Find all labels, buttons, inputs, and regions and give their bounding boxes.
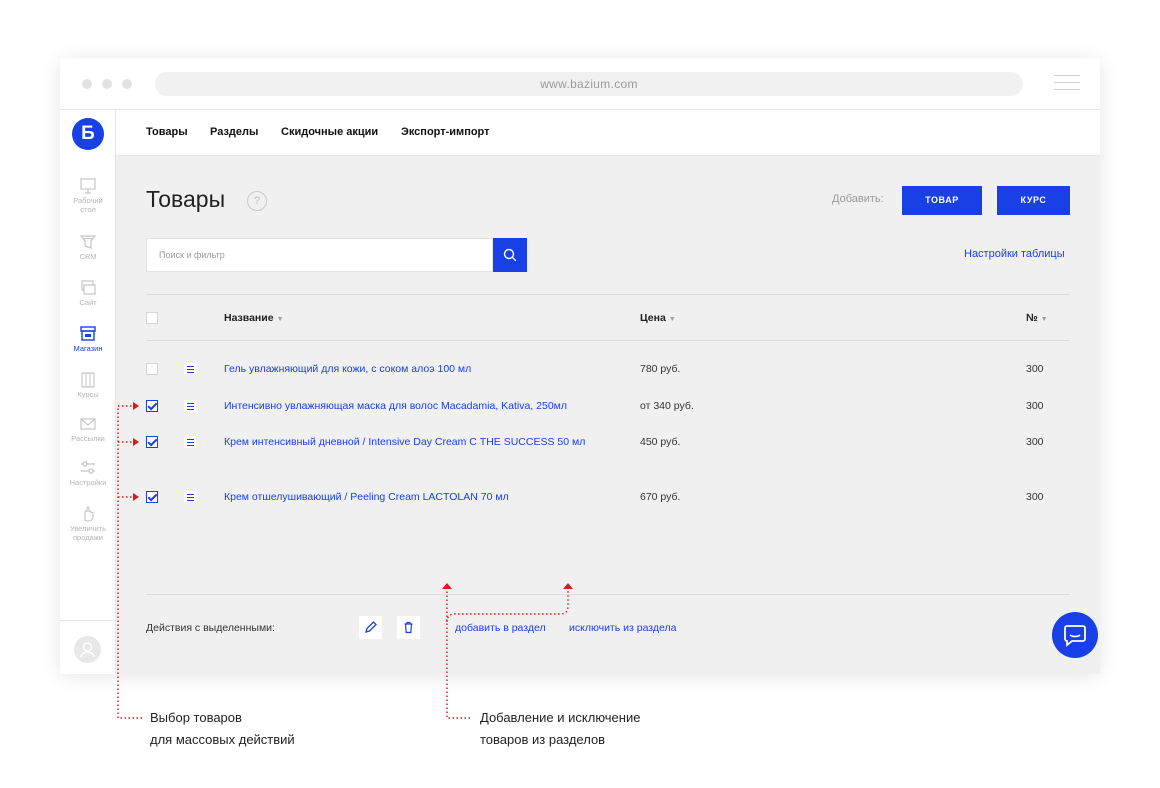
bulk-actions-label: Действия с выделенными: xyxy=(146,622,275,634)
product-price: 450 руб. xyxy=(640,436,681,448)
row-checkbox[interactable] xyxy=(146,363,158,375)
chat-icon xyxy=(1064,625,1086,647)
help-icon[interactable]: ? xyxy=(247,191,267,211)
avatar[interactable] xyxy=(74,636,101,663)
sidebar-item-label: CRM xyxy=(79,252,97,261)
address-bar[interactable]: www.bazium.com xyxy=(155,72,1023,96)
browser-chrome: www.bazium.com xyxy=(60,58,1100,110)
add-to-section-link[interactable]: добавить в раздел xyxy=(455,622,546,634)
hand-icon xyxy=(84,506,94,522)
chat-button[interactable] xyxy=(1052,612,1098,658)
add-product-button[interactable]: ТОВАР xyxy=(902,186,982,215)
divider xyxy=(146,594,1070,595)
menu-icon[interactable] xyxy=(1054,75,1080,91)
column-header-label: Цена xyxy=(640,312,666,324)
sidebar-item-increase-sales[interactable]: Увеличить продажи xyxy=(60,506,116,542)
column-header-label: № xyxy=(1026,312,1038,324)
annotation-line: товаров из разделов xyxy=(480,732,606,747)
sidebar-item-label: Магазин xyxy=(73,344,103,353)
sidebar-item-settings[interactable]: Настройки xyxy=(60,460,116,487)
product-number: 300 xyxy=(1026,436,1044,448)
product-name-link[interactable]: Крем интенсивный дневной / Intensive Day… xyxy=(224,433,608,451)
sidebar-item-label: Увеличить продажи xyxy=(69,524,107,542)
sliders-icon xyxy=(81,461,95,474)
sidebar-item-mailings[interactable]: Рассылки xyxy=(60,416,116,443)
drag-handle-icon[interactable] xyxy=(184,363,196,375)
annotation-bulk-select: Выбор товаров для массовых действий xyxy=(150,707,295,751)
remove-from-section-link[interactable]: исключить из раздела xyxy=(569,622,676,634)
page-title: Товары xyxy=(146,186,226,212)
nav-products[interactable]: Товары xyxy=(146,126,188,138)
window-dot-icon[interactable] xyxy=(102,79,112,89)
sidebar-item-label: Сайт xyxy=(79,298,97,307)
user-icon xyxy=(79,642,96,658)
top-nav: Товары Разделы Скидочные акции Экспорт-и… xyxy=(116,110,1100,156)
column-header-name[interactable]: Название ▼ xyxy=(224,312,284,324)
bulk-delete-button[interactable] xyxy=(397,616,420,639)
product-price: 780 руб. xyxy=(640,363,681,375)
table-settings-link[interactable]: Настройки таблицы xyxy=(964,248,1065,260)
sidebar-item-label: Настройки xyxy=(69,478,107,487)
sidebar-item-label: Курсы xyxy=(77,390,99,399)
window-dot-icon[interactable] xyxy=(122,79,132,89)
search-input[interactable]: Поиск и фильтр xyxy=(146,238,493,272)
annotation-line: для массовых действий xyxy=(150,732,295,747)
product-price: 670 руб. xyxy=(640,491,681,503)
column-header-label: Название xyxy=(224,312,274,324)
column-header-price[interactable]: Цена ▼ xyxy=(640,312,676,324)
product-name-link[interactable]: Интенсивно увлажняющая маска для волос M… xyxy=(224,397,604,415)
product-name-link[interactable]: Гель увлажняющий для кожи, с соком алоэ … xyxy=(224,360,604,378)
drag-handle-icon[interactable] xyxy=(184,400,196,412)
trash-icon xyxy=(404,621,413,634)
book-icon xyxy=(81,372,95,388)
nav-sections[interactable]: Разделы xyxy=(210,126,258,138)
row-checkbox[interactable] xyxy=(146,491,158,503)
window-dot-icon[interactable] xyxy=(82,79,92,89)
sidebar-item-courses[interactable]: Курсы xyxy=(60,372,116,399)
product-number: 300 xyxy=(1026,400,1044,412)
funnel-icon xyxy=(79,235,97,249)
add-label: Добавить: xyxy=(832,193,884,205)
divider xyxy=(146,294,1070,295)
sidebar-item-shop[interactable]: Магазин xyxy=(60,326,116,353)
main-content: Товары ? Добавить: ТОВАР КУРС Поиск и фи… xyxy=(116,156,1100,674)
select-all-checkbox[interactable] xyxy=(146,312,158,324)
sidebar: Б Рабочий стол CRM Сайт Магазин Курсы Ра… xyxy=(60,110,116,674)
drag-handle-icon[interactable] xyxy=(184,436,196,448)
nav-discounts[interactable]: Скидочные акции xyxy=(281,126,378,138)
layers-icon xyxy=(81,280,96,295)
sort-icon: ▼ xyxy=(1040,316,1048,323)
search-button[interactable] xyxy=(493,238,527,272)
browser-window: www.bazium.com Б Рабочий стол CRM Сайт М… xyxy=(60,58,1100,674)
envelope-icon xyxy=(80,418,96,430)
product-price: от 340 руб. xyxy=(640,400,694,412)
column-header-num[interactable]: № ▼ xyxy=(1026,312,1048,324)
row-checkbox[interactable] xyxy=(146,436,158,448)
sidebar-divider xyxy=(60,620,116,621)
bulk-edit-button[interactable] xyxy=(359,616,382,639)
add-course-button[interactable]: КУРС xyxy=(997,186,1070,215)
monitor-icon xyxy=(80,178,96,194)
sidebar-item-desktop[interactable]: Рабочий стол xyxy=(60,178,116,214)
logo[interactable]: Б xyxy=(72,118,104,150)
annotation-line: Выбор товаров xyxy=(150,710,242,725)
pencil-icon xyxy=(365,621,377,633)
annotation-sections: Добавление и исключение товаров из разде… xyxy=(480,707,640,751)
drag-handle-icon[interactable] xyxy=(184,491,196,503)
sort-icon: ▼ xyxy=(276,316,284,323)
sort-icon: ▼ xyxy=(668,316,676,323)
sidebar-item-label: Рабочий стол xyxy=(73,196,103,214)
row-checkbox[interactable] xyxy=(146,400,158,412)
search-icon xyxy=(503,248,517,262)
nav-export-import[interactable]: Экспорт-импорт xyxy=(401,126,490,138)
sidebar-item-label: Рассылки xyxy=(71,434,105,443)
sidebar-item-crm[interactable]: CRM xyxy=(60,234,116,261)
product-name-link[interactable]: Крем отшелушивающий / Peeling Cream LACT… xyxy=(224,488,604,506)
product-number: 300 xyxy=(1026,363,1044,375)
annotation-line: Добавление и исключение xyxy=(480,710,641,725)
sidebar-item-site[interactable]: Сайт xyxy=(60,280,116,307)
divider xyxy=(146,340,1070,341)
product-number: 300 xyxy=(1026,491,1044,503)
store-icon xyxy=(80,326,96,341)
